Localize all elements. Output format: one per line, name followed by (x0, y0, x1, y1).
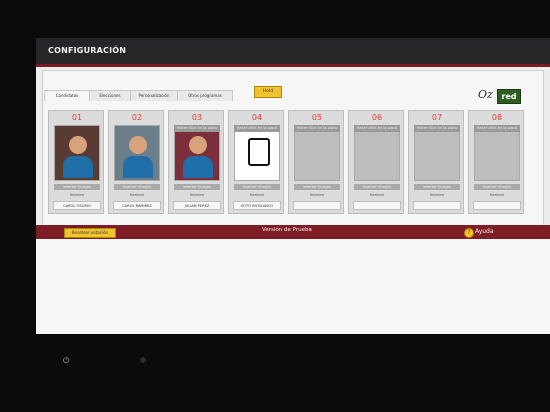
title-accent-line (36, 64, 550, 67)
candidate-number: 07 (431, 113, 443, 122)
candidate-card-04: 04 Hacer click en la placa Insertar imag… (228, 110, 284, 214)
name-label: Nombre (69, 193, 85, 197)
name-label: Nombre (189, 193, 205, 197)
candidate-name-field[interactable] (413, 201, 461, 210)
application-window: CONFIGURACIÓN Candidatos Elecciones Pers… (36, 38, 550, 334)
title-bar: CONFIGURACIÓN (36, 38, 550, 64)
reset-vote-button[interactable]: Resetear votación (64, 228, 116, 238)
candidate-number: 08 (491, 113, 503, 122)
help-icon: ? (464, 228, 474, 238)
candidate-photo[interactable] (174, 125, 220, 181)
click-plate-hint: Hacer click en la placa (234, 125, 280, 132)
help-button[interactable]: ? Ayuda (464, 226, 504, 238)
candidate-photo[interactable] (54, 125, 100, 181)
candidate-name-field[interactable]: CAROL OSORIO (53, 201, 101, 210)
candidate-photo[interactable] (354, 125, 400, 181)
insert-image-button[interactable]: Insertar imagen (234, 184, 280, 190)
candidate-card-06: 06 Hacer click en la placa Insertar imag… (348, 110, 404, 214)
click-plate-hint: Hacer click en la placa (474, 125, 520, 132)
insert-image-button[interactable]: Insertar imagen (474, 184, 520, 190)
click-plate-hint: Hacer click en la placa (174, 125, 220, 132)
insert-image-button[interactable]: Insertar imagen (54, 184, 100, 190)
name-label: Nombre (129, 193, 145, 197)
name-label: Nombre (309, 193, 325, 197)
tab-personalizacion[interactable]: Personalización (130, 90, 178, 101)
candidate-photo[interactable] (414, 125, 460, 181)
name-label: Nombre (249, 193, 265, 197)
insert-image-button[interactable]: Insertar imagen (414, 184, 460, 190)
candidate-name-field[interactable] (473, 201, 521, 210)
click-plate-hint: Hacer click en la placa (294, 125, 340, 132)
candidate-card-08: 08 Hacer click en la placa Insertar imag… (468, 110, 524, 214)
candidate-card-07: 07 Hacer click en la placa Insertar imag… (408, 110, 464, 214)
candidate-photo[interactable] (474, 125, 520, 181)
candidate-name-field[interactable]: VOTO EN BLANCO (233, 201, 281, 210)
candidate-photo[interactable] (294, 125, 340, 181)
hold-button[interactable]: Hold (254, 86, 282, 98)
candidate-card-05: 05 Hacer click en la placa Insertar imag… (288, 110, 344, 214)
candidate-name-field[interactable]: JULIAN PEREZ (173, 201, 221, 210)
help-label: Ayuda (475, 228, 494, 235)
click-plate-hint: Hacer click en la placa (354, 125, 400, 132)
candidate-number: 03 (191, 113, 203, 122)
power-icon: ⏻ (63, 356, 70, 365)
candidate-number: 01 (71, 113, 83, 122)
insert-image-button[interactable]: Insertar imagen (294, 184, 340, 190)
version-label: Versión de Prueba (262, 227, 312, 233)
candidate-number: 02 (131, 113, 143, 122)
name-label: Nombre (489, 193, 505, 197)
ozred-logo: Oz red (478, 88, 526, 104)
candidate-photo[interactable] (234, 125, 280, 181)
window-title: CONFIGURACIÓN (48, 46, 127, 55)
click-plate-hint: Hacer click en la placa (414, 125, 460, 132)
candidate-number: 04 (251, 113, 263, 122)
candidate-card-01: 01 Insertar imagen Nombre CAROL OSORIO (48, 110, 104, 214)
name-label: Nombre (369, 193, 385, 197)
led-indicator (140, 357, 146, 363)
logo-oz: Oz (478, 88, 493, 101)
name-label: Nombre (429, 193, 445, 197)
candidate-photo[interactable] (114, 125, 160, 181)
candidate-card-03: 03 Hacer click en la placa Insertar imag… (168, 110, 224, 214)
candidate-card-02: 02 Insertar imagen Nombre CAROL RAMIREZ (108, 110, 164, 214)
insert-image-button[interactable]: Insertar imagen (354, 184, 400, 190)
insert-image-button[interactable]: Insertar imagen (114, 184, 160, 190)
insert-image-button[interactable]: Insertar imagen (174, 184, 220, 190)
logo-red: red (497, 89, 521, 104)
candidate-number: 06 (371, 113, 383, 122)
candidate-name-field[interactable] (293, 201, 341, 210)
candidate-name-field[interactable] (353, 201, 401, 210)
tab-candidatos[interactable]: Candidatos (44, 90, 90, 101)
tab-elecciones[interactable]: Elecciones (89, 90, 131, 101)
candidate-name-field[interactable]: CAROL RAMIREZ (113, 201, 161, 210)
candidate-number: 05 (311, 113, 323, 122)
tab-otros-programas[interactable]: Otros programas (177, 90, 233, 101)
empty-content-area (36, 239, 550, 334)
